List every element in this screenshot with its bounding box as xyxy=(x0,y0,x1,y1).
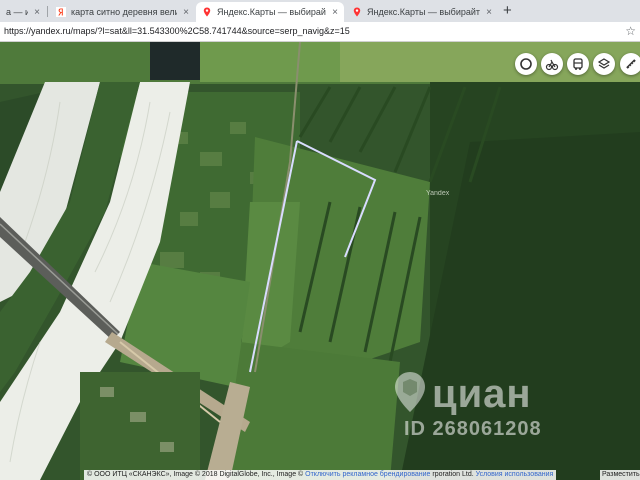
place-ad-link[interactable]: Разместить xyxy=(600,470,640,480)
tab-3-active[interactable]: Яндекс.Карты — выбирайте, гд × xyxy=(196,2,344,22)
ruler-icon[interactable] xyxy=(620,53,640,75)
bus-icon[interactable] xyxy=(567,53,589,75)
close-icon[interactable]: × xyxy=(34,7,40,18)
watermark-id: ID 268061208 xyxy=(404,418,542,440)
bicycle-icon[interactable] xyxy=(541,53,563,75)
close-icon[interactable]: × xyxy=(332,7,338,18)
url-text[interactable]: https://yandex.ru/maps/?l=sat&ll=31.5433… xyxy=(4,26,350,36)
yandex-maps-pin-favicon xyxy=(353,7,361,17)
tab-1[interactable]: а — иль × xyxy=(0,2,46,22)
map-copyright: © ООО ИТЦ «СКАНЭКС», Image © 2018 Digita… xyxy=(84,470,557,480)
bookmark-star-icon[interactable]: ☆ xyxy=(625,24,636,38)
close-icon[interactable]: × xyxy=(486,7,492,18)
tab-separator xyxy=(47,6,48,17)
tab-4-title: Яндекс.Карты — выбирайте, гд xyxy=(367,7,480,17)
tab-2[interactable]: карта ситно деревня великий н × xyxy=(50,2,195,22)
satellite-map[interactable]: Yandex циан ID 268061208 © ООО ИТЦ «СКАН… xyxy=(0,42,640,480)
layers-icon[interactable] xyxy=(593,53,615,75)
layers-circle-icon[interactable] xyxy=(515,53,537,75)
close-icon[interactable]: × xyxy=(183,7,189,18)
terms-link[interactable]: Условия использования xyxy=(476,471,554,478)
map-road-label: Yandex xyxy=(426,190,450,197)
new-tab-button[interactable]: + xyxy=(503,3,512,19)
copyright-text: © ООО ИТЦ «СКАНЭКС», Image © 2018 Digita… xyxy=(87,471,304,478)
tab-2-title: карта ситно деревня великий н xyxy=(71,7,177,17)
copyright-suffix: rporation Ltd. xyxy=(432,471,474,478)
yandex-favicon xyxy=(56,7,66,17)
satellite-imagery xyxy=(0,42,640,480)
watermark-brand: циан xyxy=(432,372,532,416)
tab-strip: а — иль × карта ситно деревня великий н … xyxy=(0,0,640,22)
cian-logo-icon xyxy=(395,372,425,412)
yandex-maps-pin-favicon xyxy=(203,7,211,17)
tab-1-title: а — иль xyxy=(6,7,29,17)
address-bar[interactable]: https://yandex.ru/maps/?l=sat&ll=31.5433… xyxy=(0,22,640,42)
tab-3-title: Яндекс.Карты — выбирайте, гд xyxy=(217,7,326,17)
tab-4[interactable]: Яндекс.Карты — выбирайте, гд × xyxy=(346,2,498,22)
disable-branding-link[interactable]: Отключить рекламное брендирование xyxy=(305,471,430,478)
